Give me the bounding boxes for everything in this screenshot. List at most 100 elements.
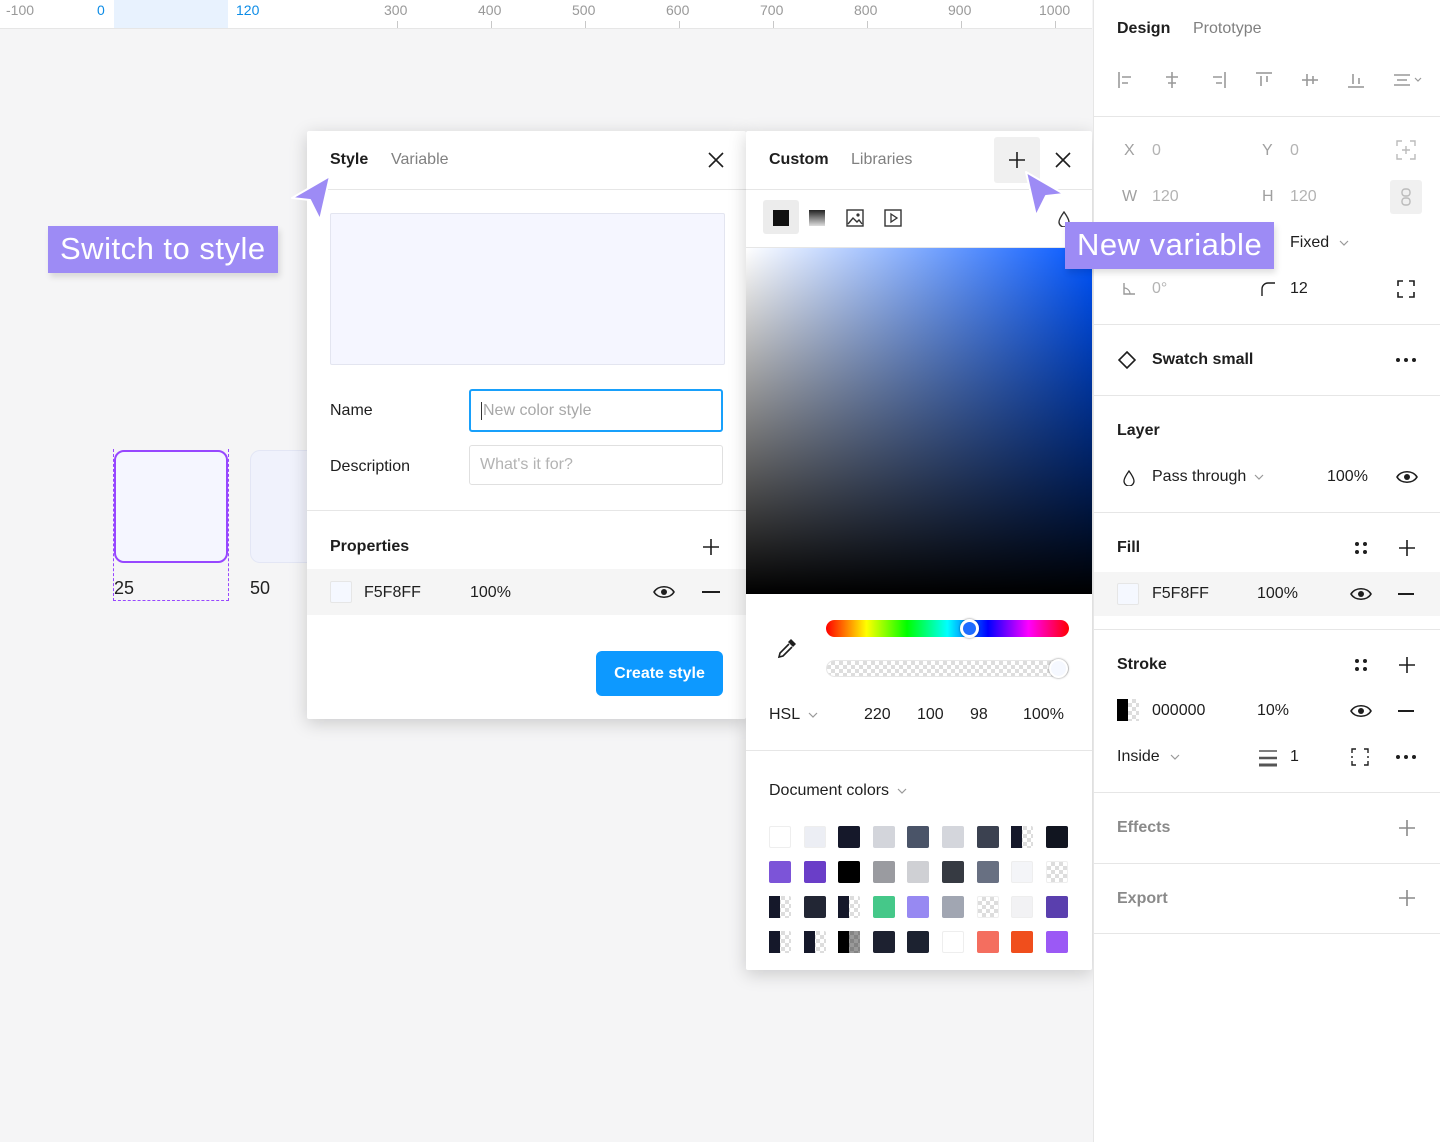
document-color-swatch[interactable] <box>1011 861 1034 883</box>
align-middle-vertical-icon[interactable] <box>1300 70 1320 90</box>
stroke-weight-input[interactable]: 1 <box>1290 748 1299 766</box>
tab-variable[interactable]: Variable <box>391 151 449 169</box>
document-color-swatch[interactable] <box>976 861 999 883</box>
fill-hex[interactable]: F5F8FF <box>364 584 421 602</box>
document-color-swatch[interactable] <box>803 861 826 883</box>
h-input[interactable]: 120 <box>1290 188 1317 206</box>
layer-opacity[interactable]: 100% <box>1327 468 1368 486</box>
color-area[interactable] <box>746 248 1092 594</box>
document-color-swatch[interactable] <box>907 826 930 848</box>
saturation-value[interactable]: 100 <box>917 706 944 724</box>
document-color-swatch[interactable] <box>872 826 895 848</box>
independent-corners-icon[interactable] <box>1397 280 1415 298</box>
document-color-swatch[interactable] <box>942 931 964 953</box>
property-row[interactable]: F5F8FF 100% <box>307 569 746 615</box>
document-color-swatch[interactable] <box>803 931 826 953</box>
constraints-icon[interactable] <box>1396 140 1416 160</box>
component-name[interactable]: Swatch small <box>1152 351 1253 369</box>
blend-mode-dropdown[interactable]: Pass through <box>1152 468 1264 486</box>
document-color-swatch[interactable] <box>838 826 861 848</box>
fill-opacity[interactable]: 100% <box>470 584 511 602</box>
document-color-swatch[interactable] <box>1045 931 1068 953</box>
document-color-swatch[interactable] <box>872 896 895 918</box>
add-fill-icon[interactable] <box>1397 538 1417 558</box>
fill-opacity[interactable]: 100% <box>1257 585 1298 603</box>
remove-fill-icon[interactable] <box>1398 593 1414 595</box>
document-color-swatch[interactable] <box>838 931 861 953</box>
w-input[interactable]: 120 <box>1152 188 1179 206</box>
remove-stroke-icon[interactable] <box>1398 710 1414 712</box>
eye-icon[interactable] <box>1350 586 1372 602</box>
tab-libraries[interactable]: Libraries <box>851 151 912 169</box>
align-right-icon[interactable] <box>1208 70 1228 90</box>
video-fill-icon[interactable] <box>884 209 902 227</box>
y-input[interactable]: 0 <box>1290 142 1299 160</box>
close-icon[interactable] <box>1054 151 1072 169</box>
stroke-color-chip[interactable] <box>1117 699 1139 721</box>
document-color-swatch[interactable] <box>769 861 791 883</box>
align-bottom-icon[interactable] <box>1346 70 1366 90</box>
document-color-swatch[interactable] <box>907 931 930 953</box>
document-color-swatch[interactable] <box>976 826 999 848</box>
gradient-fill-icon[interactable] <box>809 210 825 226</box>
color-mode-select[interactable]: HSL <box>769 706 818 724</box>
x-input[interactable]: 0 <box>1152 142 1161 160</box>
stroke-position-dropdown[interactable]: Inside <box>1117 748 1180 766</box>
document-color-swatch[interactable] <box>838 861 861 883</box>
eye-icon[interactable] <box>653 583 675 601</box>
document-color-swatch[interactable] <box>942 826 964 848</box>
document-color-swatch[interactable] <box>942 896 964 918</box>
solid-fill-button[interactable] <box>763 200 799 234</box>
document-color-swatch[interactable] <box>769 896 791 918</box>
hue-slider[interactable] <box>826 619 1069 638</box>
image-fill-icon[interactable] <box>846 209 864 227</box>
document-color-swatch[interactable] <box>907 896 930 918</box>
document-color-swatch[interactable] <box>769 931 791 953</box>
alpha-slider-thumb[interactable] <box>1049 659 1068 678</box>
add-property-icon[interactable] <box>701 537 721 557</box>
document-color-swatch[interactable] <box>803 896 826 918</box>
tab-style[interactable]: Style <box>330 151 368 169</box>
eye-icon[interactable] <box>1350 703 1372 719</box>
create-style-button[interactable]: Create style <box>596 651 723 696</box>
minus-icon[interactable] <box>702 591 720 593</box>
stroke-hex[interactable]: 000000 <box>1152 702 1205 720</box>
document-color-swatch[interactable] <box>872 861 895 883</box>
style-grid-icon[interactable] <box>1353 540 1369 556</box>
fill-color-chip[interactable] <box>330 581 352 603</box>
align-center-horizontal-icon[interactable] <box>1162 70 1182 90</box>
tab-design[interactable]: Design <box>1117 20 1170 38</box>
align-left-icon[interactable] <box>1116 70 1136 90</box>
eyedropper-icon[interactable] <box>776 637 798 659</box>
add-stroke-icon[interactable] <box>1397 655 1417 675</box>
fill-hex[interactable]: F5F8FF <box>1152 585 1209 603</box>
fill-color-chip[interactable] <box>1117 583 1139 605</box>
document-color-swatch[interactable] <box>1045 826 1068 848</box>
document-color-swatch[interactable] <box>1045 896 1068 918</box>
document-color-swatch[interactable] <box>907 861 930 883</box>
add-export-icon[interactable] <box>1397 888 1417 908</box>
document-color-swatch[interactable] <box>976 931 999 953</box>
stroke-opacity[interactable]: 10% <box>1257 702 1289 720</box>
document-color-swatch[interactable] <box>803 826 826 848</box>
style-name-input[interactable]: New color style <box>469 389 723 432</box>
close-icon[interactable] <box>707 151 725 169</box>
lightness-value[interactable]: 98 <box>970 706 988 724</box>
more-options-icon[interactable] <box>1396 358 1416 362</box>
hue-slider-thumb[interactable] <box>960 619 980 638</box>
add-effect-icon[interactable] <box>1397 818 1417 838</box>
document-color-swatch[interactable] <box>872 931 895 953</box>
document-color-swatch[interactable] <box>976 896 999 918</box>
document-color-swatch[interactable] <box>1011 826 1034 848</box>
rotation-input[interactable]: 0° <box>1152 280 1167 298</box>
stroke-settings-icon[interactable] <box>1396 755 1416 759</box>
corner-radius-input[interactable]: 12 <box>1290 280 1308 298</box>
document-color-swatch[interactable] <box>1011 896 1034 918</box>
tab-custom[interactable]: Custom <box>769 151 829 169</box>
alpha-value[interactable]: 100% <box>1023 706 1064 724</box>
distribute-menu-icon[interactable] <box>1392 70 1424 90</box>
document-color-swatch[interactable] <box>942 861 964 883</box>
style-description-input[interactable]: What's it for? <box>469 445 723 485</box>
align-top-icon[interactable] <box>1254 70 1274 90</box>
document-color-swatch[interactable] <box>1045 861 1068 883</box>
